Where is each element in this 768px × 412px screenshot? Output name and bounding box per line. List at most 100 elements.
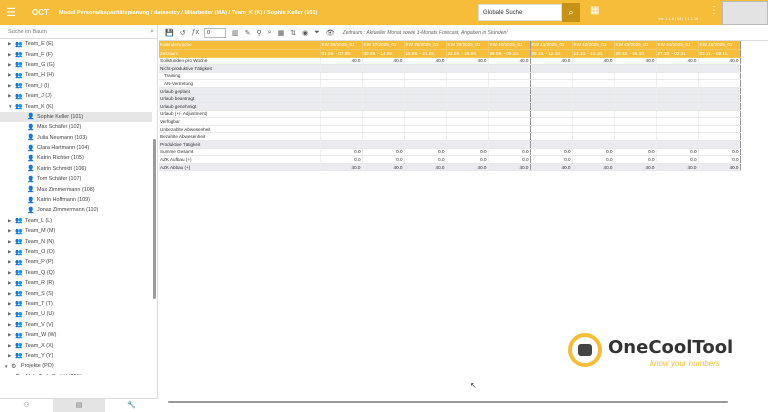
value-cell[interactable]: [362, 102, 405, 111]
tree-item-team[interactable]: ▶ 👥 Team_R (R): [0, 278, 152, 288]
chevron-right-icon[interactable]: ▶: [8, 218, 15, 224]
value-cell[interactable]: 08.09. - 14.09.: [362, 49, 405, 58]
value-cell[interactable]: [446, 110, 489, 119]
filter-icon[interactable]: ⏷: [314, 29, 320, 37]
value-cell[interactable]: [320, 87, 363, 96]
value-cell[interactable]: [656, 117, 699, 126]
value-cell[interactable]: [572, 117, 615, 126]
value-cell[interactable]: [446, 72, 489, 81]
pin-icon[interactable]: ⚲: [257, 29, 262, 37]
value-cell[interactable]: [404, 125, 447, 134]
value-cell[interactable]: 40.0: [320, 163, 363, 172]
value-cell[interactable]: 0.0: [530, 155, 573, 164]
history-icon[interactable]: ↺: [180, 29, 186, 37]
value-cell[interactable]: [614, 72, 657, 81]
chevron-right-icon[interactable]: ▶: [8, 93, 15, 99]
value-cell[interactable]: 0.0: [698, 155, 741, 164]
value-cell[interactable]: [404, 79, 447, 88]
chevron-right-icon[interactable]: ▶: [8, 239, 15, 245]
value-cell[interactable]: [446, 79, 489, 88]
value-cell[interactable]: KW 44/2025_01: [656, 41, 699, 50]
tree-item-person[interactable]: 👤 Max Schäfer (102): [0, 122, 152, 132]
value-cell[interactable]: [530, 72, 573, 81]
value-cell[interactable]: [530, 125, 573, 134]
wrench-icon[interactable]: 🔧: [105, 399, 158, 412]
value-cell[interactable]: [572, 102, 615, 111]
value-cell[interactable]: [320, 132, 363, 142]
value-cell[interactable]: 40.0: [404, 57, 447, 66]
value-cell[interactable]: [404, 132, 447, 142]
value-cell[interactable]: 0.0: [656, 155, 699, 164]
value-cell[interactable]: [572, 110, 615, 119]
chevron-right-icon[interactable]: ▶: [8, 249, 15, 255]
chevron-right-icon[interactable]: ▶: [8, 311, 15, 317]
value-cell[interactable]: [530, 64, 573, 73]
global-search-input[interactable]: Globale Suche: [478, 4, 562, 21]
value-cell[interactable]: 0.0: [530, 148, 573, 157]
value-cell[interactable]: [320, 117, 363, 126]
value-cell[interactable]: [530, 94, 573, 104]
value-cell[interactable]: 40.0: [572, 57, 615, 66]
tree-item-person[interactable]: 👤 Tom Schäfer (107): [0, 174, 152, 184]
value-cell[interactable]: 0.0: [362, 148, 405, 157]
value-cell[interactable]: 40.0: [572, 163, 615, 172]
tree-item-person[interactable]: 👤 Sophie Keller (101): [0, 111, 152, 123]
value-cell[interactable]: [530, 79, 573, 88]
value-cell[interactable]: 40.0: [488, 57, 531, 66]
value-cell[interactable]: [530, 110, 573, 119]
chevron-right-icon[interactable]: ▶: [8, 228, 15, 234]
value-cell[interactable]: [698, 64, 741, 73]
value-cell[interactable]: [698, 94, 741, 104]
value-cell[interactable]: 0.0: [656, 148, 699, 157]
value-cell[interactable]: KW 40/2025_01: [488, 41, 531, 50]
value-cell[interactable]: KW 45/2025_01: [698, 41, 741, 50]
value-cell[interactable]: [656, 87, 699, 96]
value-cell[interactable]: [572, 94, 615, 104]
chevron-right-icon[interactable]: ▶: [8, 259, 15, 265]
chevron-right-icon[interactable]: ▶: [8, 83, 15, 89]
chevron-right-icon[interactable]: ▶: [8, 72, 15, 78]
value-cell[interactable]: [614, 110, 657, 119]
value-cell[interactable]: KW 42/2025_01: [572, 41, 615, 50]
value-cell[interactable]: [320, 110, 363, 119]
value-cell[interactable]: [614, 117, 657, 126]
value-cell[interactable]: [698, 72, 741, 81]
value-cell[interactable]: [320, 102, 363, 111]
value-cell[interactable]: [488, 94, 531, 104]
value-cell[interactable]: KW 43/2025_01: [614, 41, 657, 50]
value-cell[interactable]: [530, 102, 573, 111]
value-cell[interactable]: [614, 87, 657, 96]
value-cell[interactable]: [446, 125, 489, 134]
value-cell[interactable]: [446, 94, 489, 104]
brush-icon[interactable]: ✎: [245, 29, 251, 37]
tree-item-team[interactable]: ▶ 👥 Team_Y (Y): [0, 351, 152, 361]
value-cell[interactable]: [572, 125, 615, 134]
value-cell[interactable]: 40.0: [656, 57, 699, 66]
chevron-down-icon[interactable]: ▼: [4, 364, 11, 369]
formula-icon[interactable]: ƒx: [192, 29, 199, 36]
tree-item-person[interactable]: 👤 Jonas Zimmermann (110): [0, 205, 152, 215]
value-cell[interactable]: [614, 132, 657, 142]
tree-item-team[interactable]: ▶ 👥 Team_X (X): [0, 340, 152, 350]
value-cell[interactable]: [530, 117, 573, 126]
search-button[interactable]: ⌕: [562, 3, 580, 22]
value-cell[interactable]: [320, 140, 363, 149]
value-cell[interactable]: [488, 87, 531, 96]
tree-item-team[interactable]: ▶ 👥 Team_U (U): [0, 309, 152, 319]
value-input[interactable]: 0: [204, 27, 226, 38]
tree-item-team[interactable]: ▶ 👥 Team_V (V): [0, 320, 152, 330]
value-cell[interactable]: 0.0: [488, 148, 531, 157]
chevron-right-icon[interactable]: ▶: [8, 291, 15, 297]
value-cell[interactable]: 01.09. - 07.09.: [320, 49, 363, 58]
value-cell[interactable]: 0.0: [572, 155, 615, 164]
chevron-right-icon[interactable]: ▶: [8, 322, 15, 328]
value-cell[interactable]: 15.09. - 21.09.: [404, 49, 447, 58]
tree-item-team[interactable]: ▶ 👥 Team_F (F): [0, 49, 152, 59]
value-cell[interactable]: [404, 102, 447, 111]
chevron-right-icon[interactable]: ▶: [8, 270, 15, 276]
view-icon[interactable]: ◉: [302, 29, 308, 37]
value-cell[interactable]: [362, 87, 405, 96]
value-cell[interactable]: [698, 125, 741, 134]
tree-item-team[interactable]: ▼ 👥 Team_K (K): [0, 101, 152, 111]
value-cell[interactable]: [656, 102, 699, 111]
